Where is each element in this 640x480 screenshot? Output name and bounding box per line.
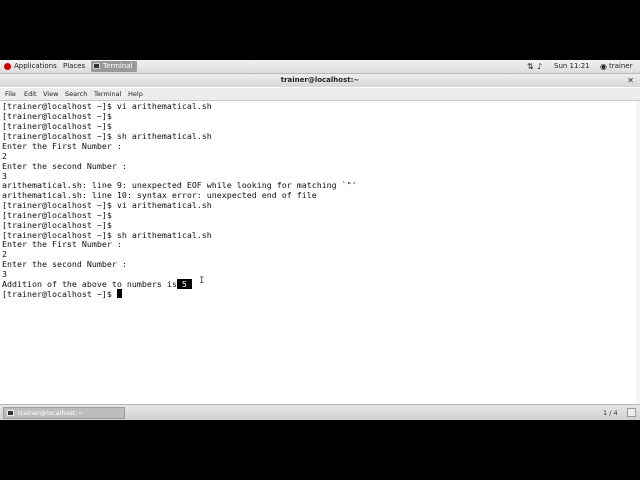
menu-terminal[interactable]: Terminal (94, 88, 121, 100)
terminal-taskbar-label: Terminal (103, 62, 133, 70)
window-title: trainer@localhost:~ (280, 76, 360, 84)
user-icon[interactable]: ◉ (600, 60, 607, 73)
prompt-text: [trainer@localhost ~]$ (2, 289, 117, 299)
selected-result-value[interactable]: 5 (176, 279, 192, 289)
clock[interactable]: Sun 11:21 (554, 60, 590, 73)
close-icon[interactable]: ✕ (627, 74, 634, 87)
terminal-line: 3 (2, 269, 7, 279)
terminal-icon (93, 63, 100, 69)
terminal-line: [trainer@localhost ~]$ vi arithematical.… (2, 200, 212, 210)
terminal-line: arithematical.sh: line 10: syntax error:… (2, 190, 317, 200)
terminal-line: Enter the First Number : (2, 239, 122, 249)
terminal-line: Enter the second Number : (2, 161, 127, 171)
mouse-ibeam-cursor-icon: I (199, 276, 205, 286)
terminal-line: [trainer@localhost ~]$ (2, 210, 112, 220)
user-menu[interactable]: trainer (609, 60, 632, 73)
window-title-bar[interactable]: trainer@localhost:~ ✕ (0, 74, 640, 87)
terminal-line: [trainer@localhost ~]$ sh arithematical.… (2, 131, 212, 141)
menu-bar: File Edit View Search Terminal Help (0, 88, 640, 101)
text-cursor (116, 289, 122, 298)
terminal-line: [trainer@localhost ~]$ (2, 121, 112, 131)
workspace-switcher-icon[interactable] (627, 408, 636, 417)
places-menu[interactable]: Places (63, 60, 85, 73)
terminal-taskbar-button[interactable]: Terminal (91, 61, 137, 72)
bottom-panel: trainer@localhost:~ 1 / 4 (0, 404, 640, 420)
terminal-prompt-line: [trainer@localhost ~]$ (2, 289, 122, 299)
menu-help[interactable]: Help (128, 88, 143, 100)
result-text: Addition of the above to numbers is (2, 279, 177, 289)
network-icon[interactable]: ⇅ (527, 60, 534, 73)
workspace-indicator[interactable]: 1 / 4 (603, 405, 618, 420)
desktop-screen: Applications Places Terminal ⇅ ♪ Sun 11:… (0, 60, 640, 420)
top-panel: Applications Places Terminal ⇅ ♪ Sun 11:… (0, 60, 640, 74)
menu-edit[interactable]: Edit (24, 88, 37, 100)
window-list-label: trainer@localhost:~ (18, 409, 84, 417)
terminal-line: [trainer@localhost ~]$ (2, 220, 112, 230)
menu-file[interactable]: File (5, 88, 16, 100)
terminal-line: arithematical.sh: line 9: unexpected EOF… (2, 180, 357, 190)
terminal-line: 2 (2, 151, 7, 161)
terminal-icon (7, 410, 14, 416)
applications-menu[interactable]: Applications (14, 60, 57, 73)
scrollbar[interactable] (636, 101, 640, 404)
terminal-line: [trainer@localhost ~]$ vi arithematical.… (2, 101, 212, 111)
terminal-line: Enter the second Number : (2, 259, 127, 269)
terminal-result-line: Addition of the above to numbers is 5 (2, 279, 192, 289)
menu-view[interactable]: View (43, 88, 58, 100)
volume-icon[interactable]: ♪ (537, 60, 542, 73)
terminal-line: 2 (2, 249, 7, 259)
menu-search[interactable]: Search (65, 88, 87, 100)
applications-icon[interactable] (4, 63, 11, 70)
terminal-output[interactable]: [trainer@localhost ~]$ vi arithematical.… (0, 101, 640, 404)
window-list-item-terminal[interactable]: trainer@localhost:~ (3, 407, 125, 419)
terminal-line: [trainer@localhost ~]$ (2, 111, 112, 121)
terminal-line: Enter the First Number : (2, 141, 122, 151)
